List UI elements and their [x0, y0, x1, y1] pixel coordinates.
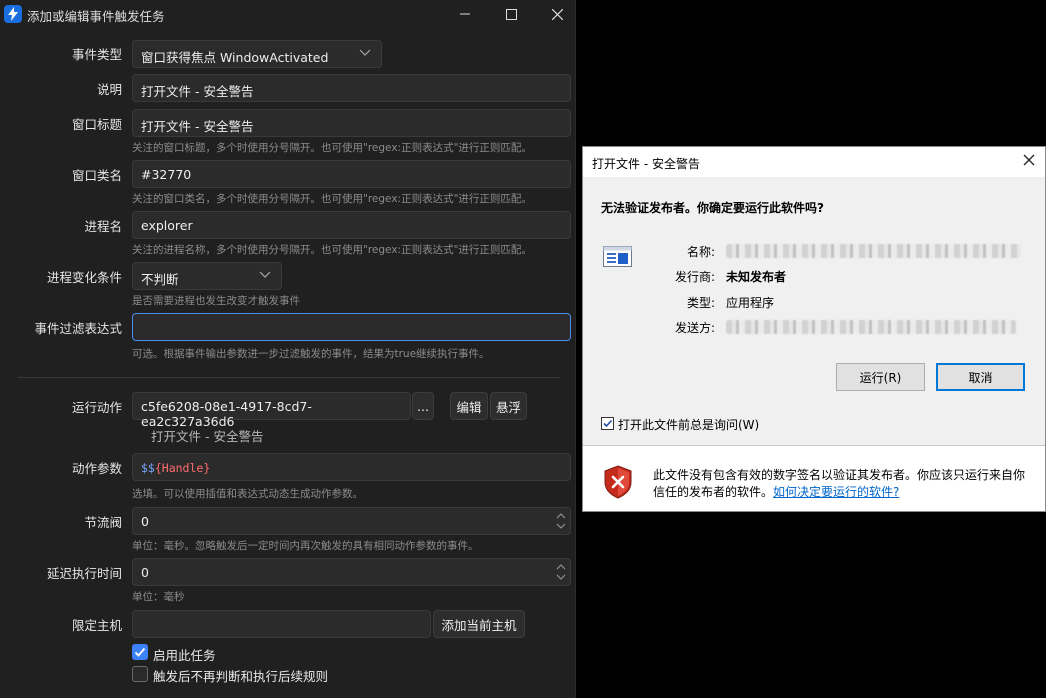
- event-type-select[interactable]: 窗口获得焦点 WindowActivated: [132, 40, 382, 68]
- chevron-down-icon: [259, 271, 271, 278]
- throttle-value: 0: [141, 514, 149, 529]
- stop-after-label: 触发后不再判断和执行后续规则: [153, 669, 329, 684]
- chevron-down-icon: [359, 49, 371, 56]
- action-params-label: 动作参数: [71, 461, 122, 476]
- process-change-label: 进程变化条件: [46, 270, 122, 285]
- maximize-icon: [505, 8, 517, 20]
- publisher-label: 发行商:: [674, 270, 715, 284]
- throttle-hint: 单位：毫秒。忽略触发后一定时间内再次触发的具有相同动作参数的事件。: [132, 540, 479, 552]
- security-heading: 无法验证发布者。你确定要运行此软件吗?: [601, 201, 824, 215]
- from-label: 发送方:: [674, 321, 715, 335]
- application-file-icon: [603, 246, 632, 267]
- description-label: 说明: [96, 82, 122, 97]
- filter-expr-input[interactable]: [132, 313, 571, 341]
- host-input[interactable]: [132, 610, 431, 638]
- action-params-input[interactable]: $${Handle}: [132, 453, 571, 481]
- publisher-value: 未知发布者: [726, 270, 787, 284]
- throttle-input[interactable]: 0: [132, 507, 571, 535]
- type-value: 应用程序: [726, 296, 775, 310]
- window-title-input[interactable]: 打开文件 - 安全警告: [132, 109, 571, 137]
- delay-hint: 单位：毫秒: [132, 591, 185, 603]
- checkmark-icon: [603, 419, 613, 428]
- minimize-icon: [460, 13, 470, 15]
- window-title-label: 窗口标题: [71, 117, 122, 132]
- window-title: 添加或编辑事件触发任务: [27, 9, 165, 24]
- shield-warning-icon: [604, 465, 632, 499]
- spinner-icon[interactable]: [556, 563, 566, 581]
- maximize-button[interactable]: [488, 0, 534, 28]
- security-warning-dialog: 打开文件 - 安全警告 无法验证发布者。你确定要运行此软件吗? 名称: 发行商:…: [582, 146, 1046, 512]
- process-change-hint: 是否需要进程也发生改变才触发事件: [132, 295, 300, 307]
- delay-input[interactable]: 0: [132, 558, 571, 586]
- float-action-button[interactable]: 悬浮: [490, 392, 527, 420]
- close-icon[interactable]: [1023, 154, 1035, 166]
- security-footer-text: 此文件没有包含有效的数字签名以验证其发布者。你应该只运行来自你信任的发布者的软件…: [653, 467, 1033, 501]
- enable-task-label: 启用此任务: [153, 648, 216, 663]
- process-name-hint: 关注的进程名称，多个时使用分号隔开。也可使用"regex:正则表达式"进行正则匹…: [132, 244, 532, 256]
- description-input[interactable]: 打开文件 - 安全警告: [132, 74, 571, 102]
- throttle-label: 节流阀: [84, 515, 122, 530]
- param-value: {Handle}: [154, 461, 211, 475]
- host-label: 限定主机: [71, 618, 122, 633]
- param-prefix: $$: [141, 461, 155, 475]
- event-type-label: 事件类型: [71, 47, 122, 62]
- delay-label: 延迟执行时间: [46, 566, 122, 581]
- enable-task-checkbox[interactable]: [132, 644, 148, 660]
- checkmark-icon: [134, 647, 146, 657]
- run-action-label: 运行动作: [71, 400, 122, 415]
- event-type-value: 窗口获得焦点 WindowActivated: [141, 50, 329, 65]
- action-params-hint: 选填。可以使用插值和表达式动态生成动作参数。: [132, 488, 363, 500]
- window-title-hint: 关注的窗口标题，多个时使用分号隔开。也可使用"regex:正则表达式"进行正则匹…: [132, 142, 532, 154]
- always-ask-checkbox[interactable]: [601, 417, 614, 430]
- title-bar[interactable]: 添加或编辑事件触发任务: [0, 0, 575, 28]
- filter-expr-label: 事件过滤表达式: [34, 321, 122, 336]
- edit-action-button[interactable]: 编辑: [450, 392, 488, 420]
- window-class-hint: 关注的窗口类名，多个时使用分号隔开。也可使用"regex:正则表达式"进行正则匹…: [132, 193, 532, 205]
- spinner-icon[interactable]: [556, 512, 566, 530]
- from-value-blurred: [726, 320, 1016, 334]
- process-change-value: 不判断: [141, 272, 179, 287]
- delay-value: 0: [141, 565, 149, 580]
- stop-after-checkbox[interactable]: [132, 666, 148, 682]
- type-label: 类型:: [686, 296, 715, 310]
- name-label: 名称:: [686, 245, 715, 259]
- security-title-bar[interactable]: 打开文件 - 安全警告: [583, 147, 1045, 177]
- security-dialog-title: 打开文件 - 安全警告: [592, 157, 700, 171]
- event-task-dialog: 添加或编辑事件触发任务 事件类型 窗口获得焦点 WindowActivated …: [0, 0, 576, 698]
- name-value-blurred: [726, 244, 1021, 258]
- cancel-button[interactable]: 取消: [936, 363, 1025, 391]
- minimize-button[interactable]: [442, 0, 488, 28]
- close-button[interactable]: [534, 0, 575, 28]
- close-icon: [551, 8, 563, 20]
- lightning-app-icon: [4, 5, 22, 23]
- run-action-subtitle: 打开文件 - 安全警告: [151, 429, 264, 444]
- process-name-input[interactable]: explorer: [132, 211, 571, 239]
- add-current-host-button[interactable]: 添加当前主机: [433, 610, 525, 638]
- process-name-label: 进程名: [84, 219, 122, 234]
- window-class-label: 窗口类名: [71, 168, 122, 183]
- always-ask-label: 打开此文件前总是询问(W): [618, 418, 760, 432]
- run-action-input[interactable]: c5fe6208-08e1-4917-8cd7-ea2c327a36d6: [132, 392, 411, 429]
- window-class-input[interactable]: #32770: [132, 160, 571, 188]
- browse-action-button[interactable]: ...: [412, 392, 434, 420]
- process-change-select[interactable]: 不判断: [132, 262, 282, 290]
- filter-expr-hint: 可选。根据事件输出参数进一步过滤触发的事件，结果为true继续执行事件。: [132, 348, 490, 360]
- run-button[interactable]: 运行(R): [836, 363, 925, 391]
- how-to-decide-link[interactable]: 如何决定要运行的软件?: [773, 485, 899, 499]
- section-divider: [18, 377, 560, 378]
